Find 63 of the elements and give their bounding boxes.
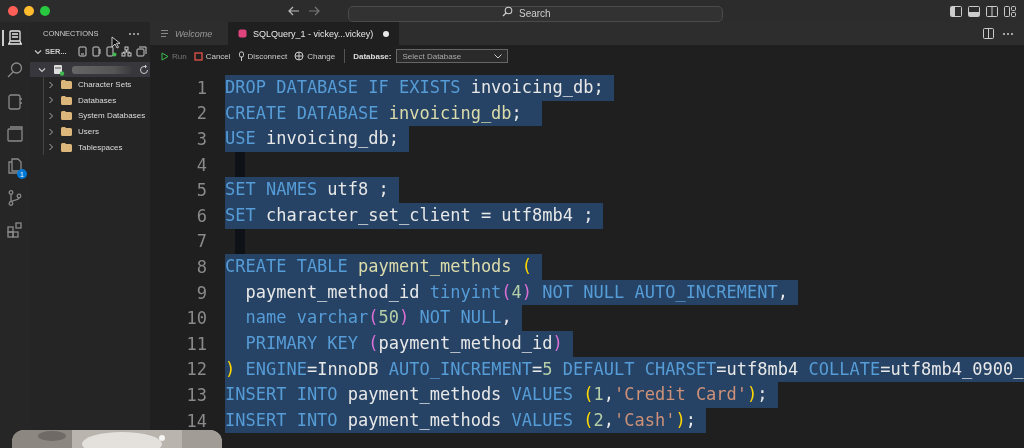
line-number: 8 [195, 256, 208, 277]
split-layout-icon[interactable] [986, 5, 998, 17]
line-number: 1 [195, 77, 208, 98]
editor-tab[interactable]: SQLQuery_1 - vickey...vickey) [228, 22, 400, 45]
customize-layout-icon[interactable] [1004, 5, 1016, 17]
new-query-icon[interactable] [77, 46, 88, 57]
search-field[interactable]: Search [348, 5, 723, 22]
tree-item[interactable]: Tablespaces [43, 139, 150, 155]
editor-tab[interactable]: Welcome [150, 22, 228, 45]
blurred-name [72, 65, 132, 74]
line-number: 9 [195, 282, 208, 303]
folder-icon [61, 80, 72, 90]
line-number: 2 [195, 103, 208, 124]
more-icon[interactable] [1002, 31, 1014, 36]
caret-icon [494, 53, 503, 59]
forward-arrow-icon[interactable] [308, 6, 320, 16]
unsaved-dot [383, 30, 390, 37]
line-number: 4 [195, 154, 208, 175]
database-label: Database: [353, 51, 392, 61]
stop-icon [193, 51, 203, 61]
folder-icon [61, 111, 72, 121]
line-number: 3 [195, 129, 208, 149]
tree-item[interactable]: Databases [43, 92, 150, 109]
mouse-pointer-icon [111, 36, 120, 49]
windows-icon[interactable] [4, 124, 26, 144]
minimize-icon[interactable] [24, 6, 34, 16]
disconnect-button[interactable]: Disconnect [236, 51, 289, 61]
line-number: 12 [185, 359, 208, 380]
tree-item[interactable]: Users [43, 123, 150, 140]
refresh-icon[interactable] [139, 64, 149, 75]
tree-item[interactable]: Character Sets [43, 77, 150, 93]
document-icon [160, 29, 169, 38]
database-select[interactable]: Select Database [396, 49, 509, 63]
line-number: 5 [195, 180, 208, 201]
tree-item[interactable]: System Databases [43, 108, 150, 124]
sidebar-layout-icon[interactable] [950, 5, 962, 17]
search-icon [502, 5, 513, 17]
globe-icon [294, 51, 305, 61]
play-icon [161, 51, 169, 61]
line-number: 10 [185, 308, 208, 329]
cancel-button[interactable]: Cancel [192, 51, 232, 61]
folder-icon [61, 127, 72, 137]
line-number: 7 [195, 231, 208, 252]
change-button[interactable]: Change [293, 51, 337, 61]
line-number: 14 [185, 410, 208, 431]
database-icon [238, 29, 247, 38]
folder-icon [61, 95, 72, 105]
more-icon[interactable] [128, 31, 140, 36]
split-editor-icon[interactable] [983, 28, 994, 39]
panel-layout-icon[interactable] [968, 5, 980, 17]
close-icon[interactable] [8, 6, 18, 16]
server-row[interactable] [30, 62, 150, 77]
folder-icon [61, 142, 72, 152]
new-notebook-icon[interactable] [91, 46, 102, 57]
line-number: 13 [185, 384, 208, 405]
connect-icon[interactable] [105, 46, 117, 57]
line-number: 11 [185, 333, 208, 354]
hierarchy-icon[interactable] [120, 46, 132, 57]
line-number: 6 [195, 205, 208, 226]
back-arrow-icon[interactable] [288, 6, 300, 16]
zoom-icon[interactable] [40, 6, 50, 16]
collapse-all-icon[interactable] [135, 46, 147, 57]
plug-icon [237, 51, 245, 61]
